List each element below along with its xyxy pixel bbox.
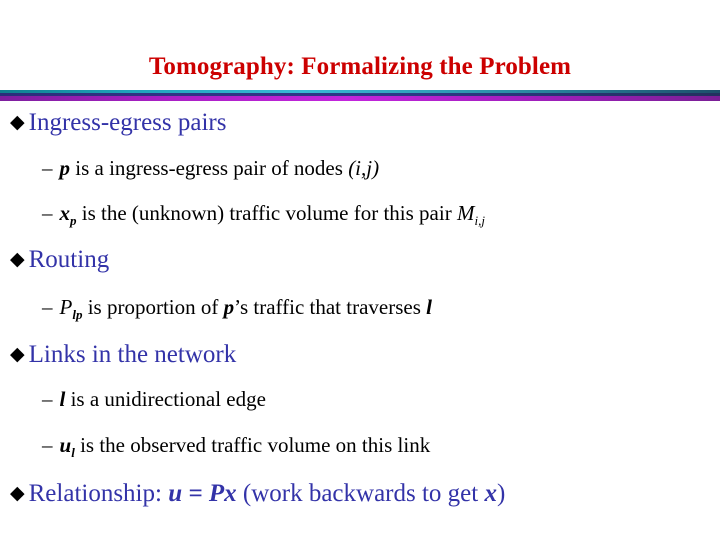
sub-bullet-text: l is a unidirectional edge [60, 386, 266, 413]
sub-bullet-routing-proportion: – Plp is proportion of p’s traffic that … [0, 294, 432, 321]
bullet-routing: ◆ Routing [0, 245, 109, 275]
diamond-bullet-icon: ◆ [10, 112, 25, 133]
text-mid: is the observed traffic volume on this l… [74, 433, 431, 457]
var-p: p [59, 156, 71, 180]
sub-bullet-xp-definition: – xp is the (unknown) traffic volume for… [0, 200, 485, 227]
sub-bullet-text: p is a ingress-egress pair of nodes (i,j… [60, 155, 380, 182]
sub-bullet-p-definition: – p is a ingress-egress pair of nodes (i… [0, 155, 379, 182]
relationship-formula: u = Px [168, 480, 237, 507]
var-u: u [59, 433, 72, 457]
sym-m-subscript: i,j [474, 212, 485, 228]
text-a: is proportion of [82, 295, 224, 319]
sub-bullet-l-definition: – l is a unidirectional edge [0, 386, 266, 413]
diamond-bullet-icon: ◆ [10, 249, 25, 270]
sub-bullet-text: Plp is proportion of p’s traffic that tr… [60, 294, 433, 321]
bullet-relationship: ◆ Relationship: u = Px (work backwards t… [0, 479, 505, 509]
var-p: p [223, 295, 235, 319]
bullet-label: Routing [28, 246, 110, 273]
node-pair-ij: (i,j) [348, 156, 380, 180]
bullet-links-in-the-network: ◆ Links in the network [0, 340, 236, 370]
sym-m: M [456, 201, 475, 225]
divider-band-magenta [0, 96, 720, 101]
var-l: l [426, 295, 432, 319]
sub-bullet-text: ul is the observed traffic volume on thi… [60, 432, 431, 459]
sym-p-capital: P [59, 295, 73, 319]
bullet-label: Links in the network [28, 341, 237, 368]
relationship-note-close: ) [496, 480, 506, 507]
var-x: x [59, 201, 71, 225]
text-b: ’s traffic that traverses [234, 295, 427, 319]
sym-p-subscript: lp [72, 306, 83, 322]
sub-bullet-ul-definition: – ul is the observed traffic volume on t… [0, 432, 430, 459]
dash-bullet-icon: – [42, 433, 53, 457]
relationship-text: Relationship: u = Px (work backwards to … [29, 479, 506, 509]
dash-bullet-icon: – [42, 156, 53, 180]
diamond-bullet-icon: ◆ [10, 483, 25, 504]
bullet-ingress-egress-pairs: ◆ Ingress-egress pairs [0, 108, 226, 138]
text-mid: is a unidirectional edge [65, 387, 266, 411]
relationship-label: Relationship: [28, 480, 169, 507]
page-title: Tomography: Formalizing the Problem [148, 53, 572, 80]
dash-bullet-icon: – [42, 201, 53, 225]
text-mid: is the (unknown) traffic volume for this… [76, 201, 457, 225]
dash-bullet-icon: – [42, 387, 53, 411]
sub-bullet-text: xp is the (unknown) traffic volume for t… [60, 200, 485, 227]
bullet-label: Ingress-egress pairs [28, 109, 227, 136]
text-mid: is a ingress-egress pair of nodes [70, 156, 349, 180]
diamond-bullet-icon: ◆ [10, 344, 25, 365]
title-divider [0, 90, 720, 101]
relationship-var-x: x [484, 480, 497, 507]
dash-bullet-icon: – [42, 295, 53, 319]
relationship-note-open: (work backwards to get [236, 480, 485, 507]
